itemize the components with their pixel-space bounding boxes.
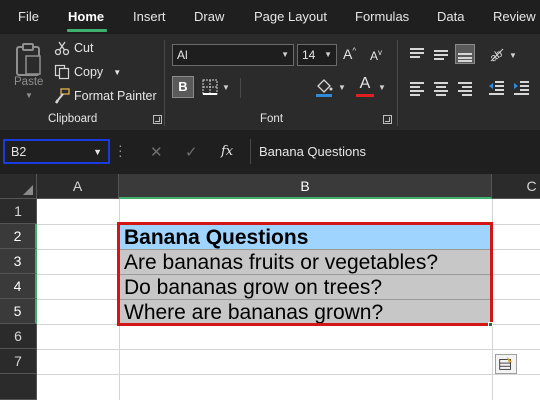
align-right-icon[interactable] xyxy=(456,80,474,96)
font-color-swatch xyxy=(356,94,374,97)
quick-analysis-icon[interactable] xyxy=(495,354,517,374)
menu-home[interactable]: Home xyxy=(68,9,104,24)
dialog-launcher-icon[interactable] xyxy=(153,115,162,124)
chevron-down-icon[interactable]: ▼ xyxy=(25,91,33,100)
row-header[interactable]: 6 xyxy=(0,324,37,349)
row-header[interactable]: 2 xyxy=(0,224,37,249)
paste-icon[interactable] xyxy=(14,42,44,78)
paintbrush-icon xyxy=(54,88,70,104)
top-align-icon[interactable] xyxy=(408,46,426,62)
gridline xyxy=(37,349,540,350)
font-size-select[interactable]: 14 ▼ xyxy=(297,44,337,66)
chevron-down-icon[interactable]: ▼ xyxy=(113,68,121,77)
cell-b5[interactable]: Where are bananas grown? xyxy=(119,300,491,325)
chevron-down-icon[interactable]: ▼ xyxy=(378,83,386,92)
row-header[interactable]: 7 xyxy=(0,349,37,374)
borders-icon[interactable] xyxy=(202,79,218,95)
select-all-button[interactable] xyxy=(0,174,37,199)
gridline xyxy=(37,374,540,375)
name-box-value: B2 xyxy=(11,145,27,159)
chevron-down-icon[interactable]: ▼ xyxy=(93,147,102,157)
chevron-down-icon[interactable]: ▼ xyxy=(222,83,230,92)
menu-draw[interactable]: Draw xyxy=(194,9,224,24)
column-header-c[interactable]: C xyxy=(492,174,540,199)
decrease-indent-icon[interactable] xyxy=(487,80,505,96)
font-group-label: Font xyxy=(260,113,284,125)
ribbon-separator xyxy=(240,78,241,98)
middle-align-icon[interactable] xyxy=(432,46,450,62)
clipboard-group-label: Clipboard xyxy=(48,113,98,125)
menu-formulas[interactable]: Formulas xyxy=(355,9,409,24)
chevron-down-icon[interactable]: ▼ xyxy=(338,83,346,92)
format-painter-button[interactable]: Format Painter xyxy=(54,86,157,106)
fill-color-icon[interactable] xyxy=(314,77,334,97)
copy-label: Copy xyxy=(74,65,104,79)
font-color-label: A xyxy=(359,75,371,92)
paste-button-label[interactable]: Paste xyxy=(14,76,43,88)
menu-insert[interactable]: Insert xyxy=(133,9,166,24)
cell-b3[interactable]: Are bananas fruits or vegetables? xyxy=(119,250,491,275)
scissors-icon xyxy=(54,41,70,56)
increase-indent-icon[interactable] xyxy=(512,80,530,96)
cut-button[interactable]: Cut xyxy=(54,38,93,58)
decrease-font-size-icon[interactable]: Av xyxy=(370,48,382,63)
menu-data[interactable]: Data xyxy=(437,9,464,24)
font-size-value: 14 xyxy=(302,48,316,62)
row-header[interactable] xyxy=(0,374,37,400)
format-painter-label: Format Painter xyxy=(74,89,157,103)
menu-review[interactable]: Review xyxy=(493,9,536,24)
font-color-button[interactable]: A xyxy=(356,75,374,97)
row-header[interactable]: 3 xyxy=(0,249,37,274)
insert-function-button[interactable]: fx xyxy=(221,144,233,159)
bold-button[interactable]: B xyxy=(172,76,194,98)
formula-bar: B2 ▼ · · · ✕ ✓ fx Banana Questions xyxy=(0,130,540,174)
dialog-launcher-icon[interactable] xyxy=(383,115,392,124)
chevron-down-icon: ▼ xyxy=(324,50,332,59)
row-header[interactable]: 5 xyxy=(0,299,37,324)
align-left-icon[interactable] xyxy=(408,80,426,96)
column-header-a[interactable]: A xyxy=(37,174,119,199)
menu-bar: File Home Insert Draw Page Layout Formul… xyxy=(0,0,540,34)
align-center-icon[interactable] xyxy=(432,80,450,96)
ribbon-separator xyxy=(164,40,165,126)
row-header[interactable]: 4 xyxy=(0,274,37,299)
ribbon-separator xyxy=(397,40,398,126)
menu-page-layout[interactable]: Page Layout xyxy=(254,9,327,24)
menu-file[interactable]: File xyxy=(18,9,39,24)
cut-label: Cut xyxy=(74,41,94,55)
row-header[interactable]: 1 xyxy=(0,199,37,224)
font-name-value: Al xyxy=(177,48,188,62)
chevron-down-icon: ▼ xyxy=(281,50,289,59)
cell-b2[interactable]: Banana Questions xyxy=(119,225,491,250)
copy-button[interactable]: Copy ▼ xyxy=(54,62,121,82)
fill-handle[interactable] xyxy=(488,322,493,327)
column-header-b[interactable]: B xyxy=(119,174,492,199)
cancel-icon[interactable]: ✕ xyxy=(150,143,163,161)
more-options-icon[interactable]: · · · xyxy=(118,138,123,162)
copy-icon xyxy=(54,64,70,80)
ribbon: Paste ▼ Cut Copy ▼ Format Painter Clipbo… xyxy=(0,34,540,130)
enter-icon[interactable]: ✓ xyxy=(185,143,198,161)
increase-font-size-icon[interactable]: A^ xyxy=(343,46,356,62)
bottom-align-icon[interactable] xyxy=(455,44,475,64)
name-box[interactable]: B2 ▼ xyxy=(3,139,110,164)
cell-b4[interactable]: Do bananas grow on trees? xyxy=(119,275,491,300)
orientation-icon[interactable]: ab xyxy=(487,45,505,63)
font-name-select[interactable]: Al ▼ xyxy=(172,44,294,66)
formula-input[interactable]: Banana Questions xyxy=(250,139,540,164)
worksheet-grid: A B C 1 2 3 4 5 6 7 Banana Questions Are… xyxy=(0,174,540,400)
active-tab-indicator xyxy=(67,29,107,32)
chevron-down-icon[interactable]: ▼ xyxy=(509,51,517,60)
